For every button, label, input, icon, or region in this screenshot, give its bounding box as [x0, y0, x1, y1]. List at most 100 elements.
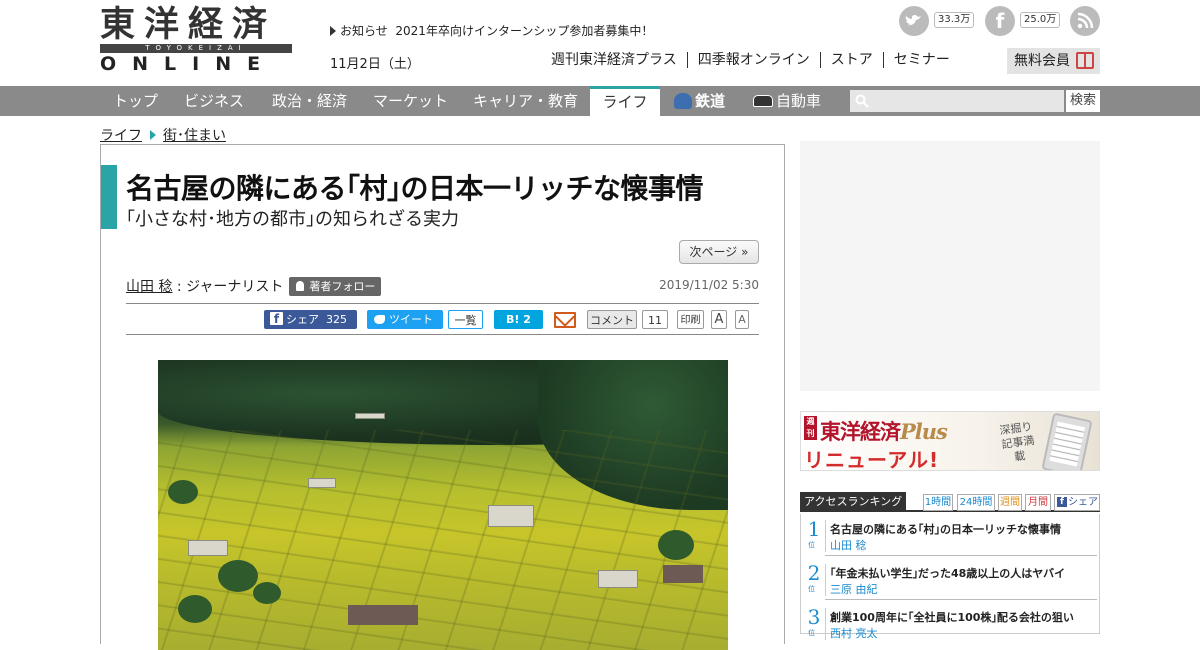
smartphone-icon: [1041, 412, 1093, 470]
nav-top[interactable]: トップ: [113, 86, 158, 116]
current-date: 11月2日（土）: [330, 57, 420, 72]
ranking-divider: [825, 599, 1097, 600]
logo-main-text: 東洋経済: [100, 4, 277, 45]
article-photo: [158, 360, 728, 650]
published-date: 2019/11/02 5:30: [659, 278, 759, 292]
ranking-item[interactable]: 1 位 名古屋の隣にある｢村｣の日本一リッチな懐事情 山田 稔: [801, 514, 1099, 558]
logo-sub-text: ONLINE: [100, 53, 277, 75]
nav-car-label: 自動車: [776, 92, 822, 110]
ranking-list: 1 位 名古屋の隣にある｢村｣の日本一リッチな懐事情 山田 稔 2 位 ｢年金未…: [800, 514, 1100, 640]
article-title: 名古屋の隣にある｢村｣の日本一リッチな懐事情: [126, 172, 704, 205]
article: 名古屋の隣にある｢村｣の日本一リッチな懐事情 ｢小さな村･地方の都市｣の知られざ…: [100, 144, 785, 650]
photo-building: [488, 505, 534, 527]
facebook-icon: f: [1057, 497, 1067, 507]
ranking-label: アクセスランキング: [800, 492, 906, 512]
notice-prefix: お知らせ: [340, 24, 388, 38]
font-size-large-button[interactable]: A: [711, 310, 727, 329]
site-header: 東洋経済 TOYOKEIZAI ONLINE お知らせ 2021年卒向けインター…: [0, 0, 1200, 86]
nav-market[interactable]: マーケット: [373, 86, 448, 116]
comment-button[interactable]: コメント: [587, 310, 637, 329]
font-size-small-button[interactable]: A: [735, 310, 749, 329]
ranking-item-title[interactable]: 名古屋の隣にある｢村｣の日本一リッチな懐事情: [830, 521, 1061, 537]
photo-tree: [168, 480, 198, 504]
ranking-tab-1h[interactable]: 1時間: [923, 494, 953, 511]
author-name[interactable]: 山田 稔: [126, 279, 172, 295]
article-subtitle: ｢小さな村･地方の都市｣の知られざる実力: [126, 209, 459, 230]
ranking-item-title[interactable]: ｢年金未払い学生｣だった48歳以上の人はヤバイ: [830, 565, 1065, 581]
breadcrumb-arrow-icon: [150, 130, 156, 140]
photo-building: [355, 413, 385, 419]
banner-title: 東洋経済Plus: [820, 416, 948, 446]
free-member-button[interactable]: 無料会員: [1007, 48, 1100, 74]
ranking-separator: [825, 608, 826, 640]
advertisement-slot[interactable]: [800, 141, 1100, 391]
ranking-item-author[interactable]: 西村 亮太: [830, 625, 878, 641]
banner-title-text: 東洋経済: [820, 420, 901, 444]
top-links: 週刊東洋経済プラス 四季報オンライン ストア セミナー: [551, 52, 960, 68]
ranking-item-title[interactable]: 創業100周年に｢全社員に100株｣配る会社の狙い: [830, 609, 1074, 625]
top-link-seminar[interactable]: セミナー: [882, 52, 960, 68]
ranking-item[interactable]: 3 位 創業100周年に｢全社員に100株｣配る会社の狙い 西村 亮太: [801, 602, 1099, 646]
twitter-follower-count: 33.3万: [934, 12, 975, 28]
ranking-tab-monthly[interactable]: 月間: [1025, 494, 1051, 511]
tweet-list-button[interactable]: 一覧: [448, 310, 483, 329]
ranking-number: 2: [807, 561, 821, 585]
ranking-tab-24h[interactable]: 24時間: [957, 494, 995, 511]
ranking-tab-share[interactable]: f シェア: [1054, 494, 1100, 511]
photo-tree: [253, 582, 281, 604]
notice-text: 2021年卒向けインターンシップ参加者募集中！: [395, 24, 654, 38]
triangle-right-icon: [330, 26, 336, 36]
access-ranking: アクセスランキング 1時間 24時間 週間 月間 f シェア 1 位 名古屋の隣に…: [800, 492, 1100, 640]
free-member-label: 無料会員: [1014, 53, 1070, 69]
rss-icon[interactable]: [1070, 6, 1100, 36]
photo-building: [308, 478, 336, 488]
ranking-item[interactable]: 2 位 ｢年金未払い学生｣だった48歳以上の人はヤバイ 三原 由紀: [801, 558, 1099, 602]
top-link-shikiho[interactable]: 四季報オンライン: [686, 52, 820, 68]
breadcrumb-town-living[interactable]: 街･住まい: [163, 128, 226, 144]
breadcrumb-life[interactable]: ライフ: [100, 128, 142, 144]
search-input[interactable]: [850, 90, 1064, 112]
ranking-separator: [825, 520, 826, 552]
site-logo[interactable]: 東洋経済 TOYOKEIZAI ONLINE: [100, 4, 292, 74]
ranking-item-author[interactable]: 三原 由紀: [830, 581, 878, 597]
nav-car[interactable]: 自動車: [753, 86, 821, 116]
title-accent-bar: [101, 165, 117, 229]
toyokeizai-plus-banner[interactable]: 週刊 東洋経済Plus リニューアル! 深掘り記事満載: [800, 411, 1100, 471]
nav-politics-economy[interactable]: 政治・経済: [272, 86, 347, 116]
photo-building: [598, 570, 638, 588]
top-link-store[interactable]: ストア: [819, 52, 883, 68]
ranking-item-author[interactable]: 山田 稔: [830, 537, 867, 553]
top-link-shukan-plus[interactable]: 週刊東洋経済プラス: [551, 52, 687, 68]
ranking-divider: [825, 555, 1097, 556]
facebook-icon[interactable]: f: [985, 6, 1015, 36]
logo-band-text: TOYOKEIZAI: [100, 44, 292, 53]
nav-career-education[interactable]: キャリア・教育: [473, 86, 578, 116]
print-button[interactable]: 印刷: [677, 310, 704, 329]
nav-railway-label: 鉄道: [695, 92, 726, 110]
search-icon: [855, 94, 869, 108]
photo-roof: [348, 605, 418, 625]
notice-link[interactable]: お知らせ 2021年卒向けインターンシップ参加者募集中！: [330, 22, 653, 39]
facebook-share-count: 325: [326, 313, 347, 326]
twitter-icon[interactable]: [899, 6, 929, 36]
photo-tree: [658, 530, 694, 560]
facebook-share-button[interactable]: シェア 325: [264, 310, 357, 329]
author-follow-button[interactable]: 著者フォロー: [289, 277, 382, 296]
banner-weekly-badge: 週刊: [804, 416, 817, 440]
tweet-button[interactable]: ツイート: [367, 310, 443, 329]
nav-business[interactable]: ビジネス: [184, 86, 244, 116]
train-icon: [674, 93, 692, 109]
search-button[interactable]: 検索: [1066, 90, 1100, 112]
mail-icon[interactable]: [554, 312, 576, 328]
photo-rice-fields: [158, 430, 728, 650]
photo-tree: [218, 560, 258, 592]
nav-life[interactable]: ライフ: [590, 86, 660, 116]
author-line: 山田 稔 : ジャーナリスト 著者フォロー: [126, 276, 382, 296]
ranking-separator: [825, 564, 826, 596]
banner-copy-text: 深掘り記事満載: [998, 419, 1036, 464]
ranking-tab-weekly[interactable]: 週間: [998, 494, 1022, 511]
hatena-bookmark-button[interactable]: B! 2: [494, 310, 543, 329]
nav-railway[interactable]: 鉄道: [674, 86, 725, 116]
next-page-button[interactable]: 次ページ »: [679, 240, 759, 264]
author-follow-label: 著者フォロー: [309, 280, 376, 293]
